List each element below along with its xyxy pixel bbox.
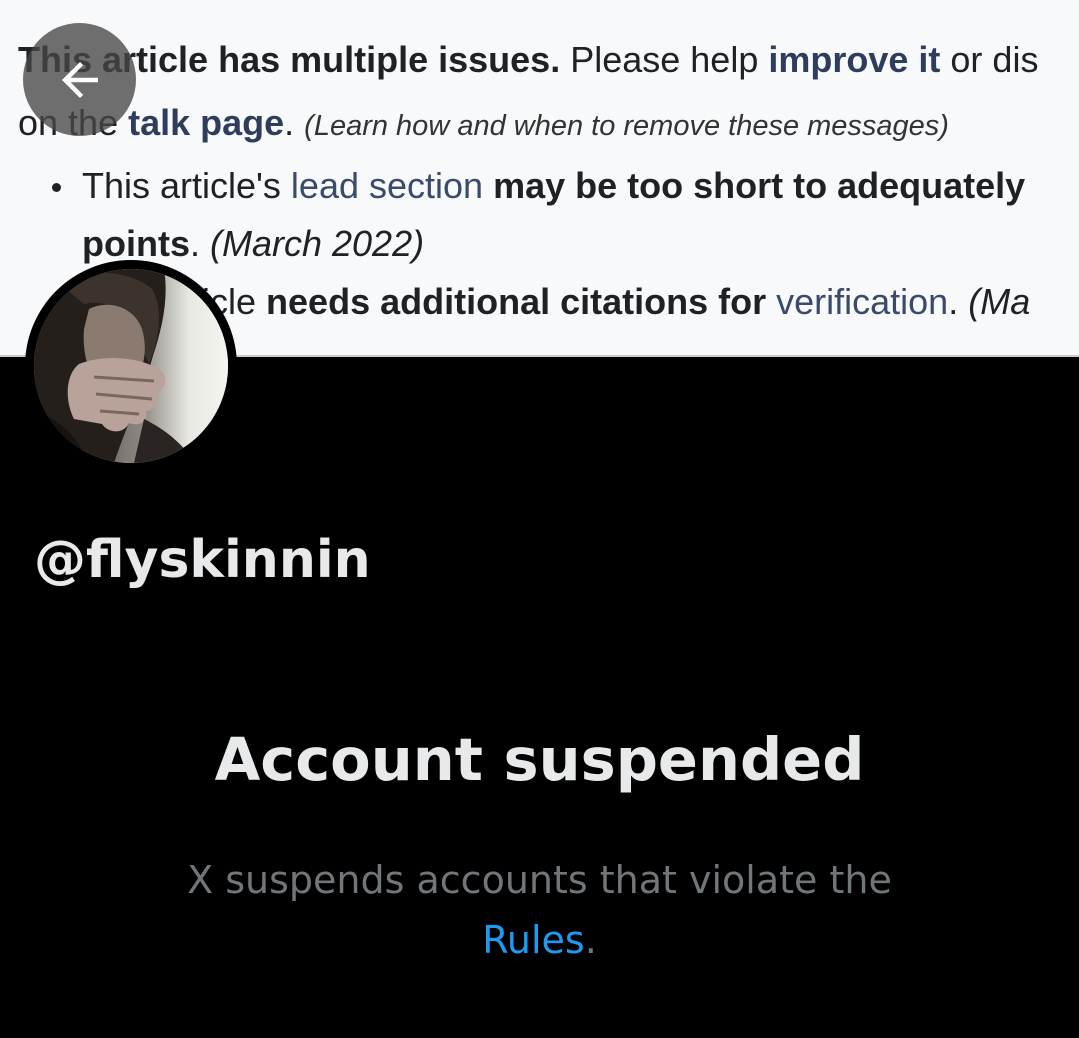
banner-lead-section-link: lead section — [290, 165, 484, 206]
suspended-message-period: . — [584, 918, 597, 962]
banner-issue-item: This article's lead section may be too s… — [44, 157, 1030, 273]
banner-text-fragment: Please help — [560, 39, 769, 80]
banner-text-fragment — [483, 165, 493, 206]
arrow-left-icon — [61, 61, 98, 98]
banner-issue-bold: points — [82, 223, 190, 264]
profile-page: This article has multiple issues. Please… — [0, 0, 1079, 1038]
banner-text-fragment: This article's — [82, 165, 291, 206]
rules-link[interactable]: Rules — [482, 918, 585, 962]
banner-text-fragment: . — [189, 223, 210, 264]
banner-issue-bold: may be too short to adequately — [493, 165, 1026, 206]
banner-talk-page-link: talk page — [128, 102, 285, 143]
banner-text-fragment: . — [284, 102, 305, 143]
banner-text-fragment: . — [948, 281, 969, 322]
banner-line-2: on the talk page. (Learn how and when to… — [18, 91, 1079, 154]
avatar-photo — [34, 269, 228, 463]
banner-improve-link: improve it — [768, 39, 941, 80]
suspended-message: X suspends accounts that violate the Rul… — [0, 850, 1079, 970]
banner-line-1: This article has multiple issues. Please… — [18, 28, 1079, 91]
banner-remove-note: (Learn how and when to remove these mess… — [304, 110, 949, 142]
avatar[interactable] — [25, 260, 237, 472]
banner-text-fragment: or dis — [940, 39, 1039, 80]
banner-issue-date: (March 2022) — [210, 223, 425, 264]
banner-verification-link: verification — [776, 281, 949, 322]
banner-issue-date: (Ma — [968, 281, 1031, 322]
banner-text: This article has multiple issues. Please… — [18, 28, 1079, 154]
suspended-message-text: X suspends accounts that violate the — [187, 858, 892, 902]
profile-handle: @flyskinnin — [34, 530, 371, 590]
banner-issue-bold: needs additional citations for — [266, 281, 777, 322]
avatar-image — [34, 269, 228, 463]
back-button[interactable] — [23, 23, 136, 136]
suspended-title: Account suspended — [214, 725, 865, 794]
banner-issue-continuation: points. (March 2022) — [82, 215, 1030, 273]
